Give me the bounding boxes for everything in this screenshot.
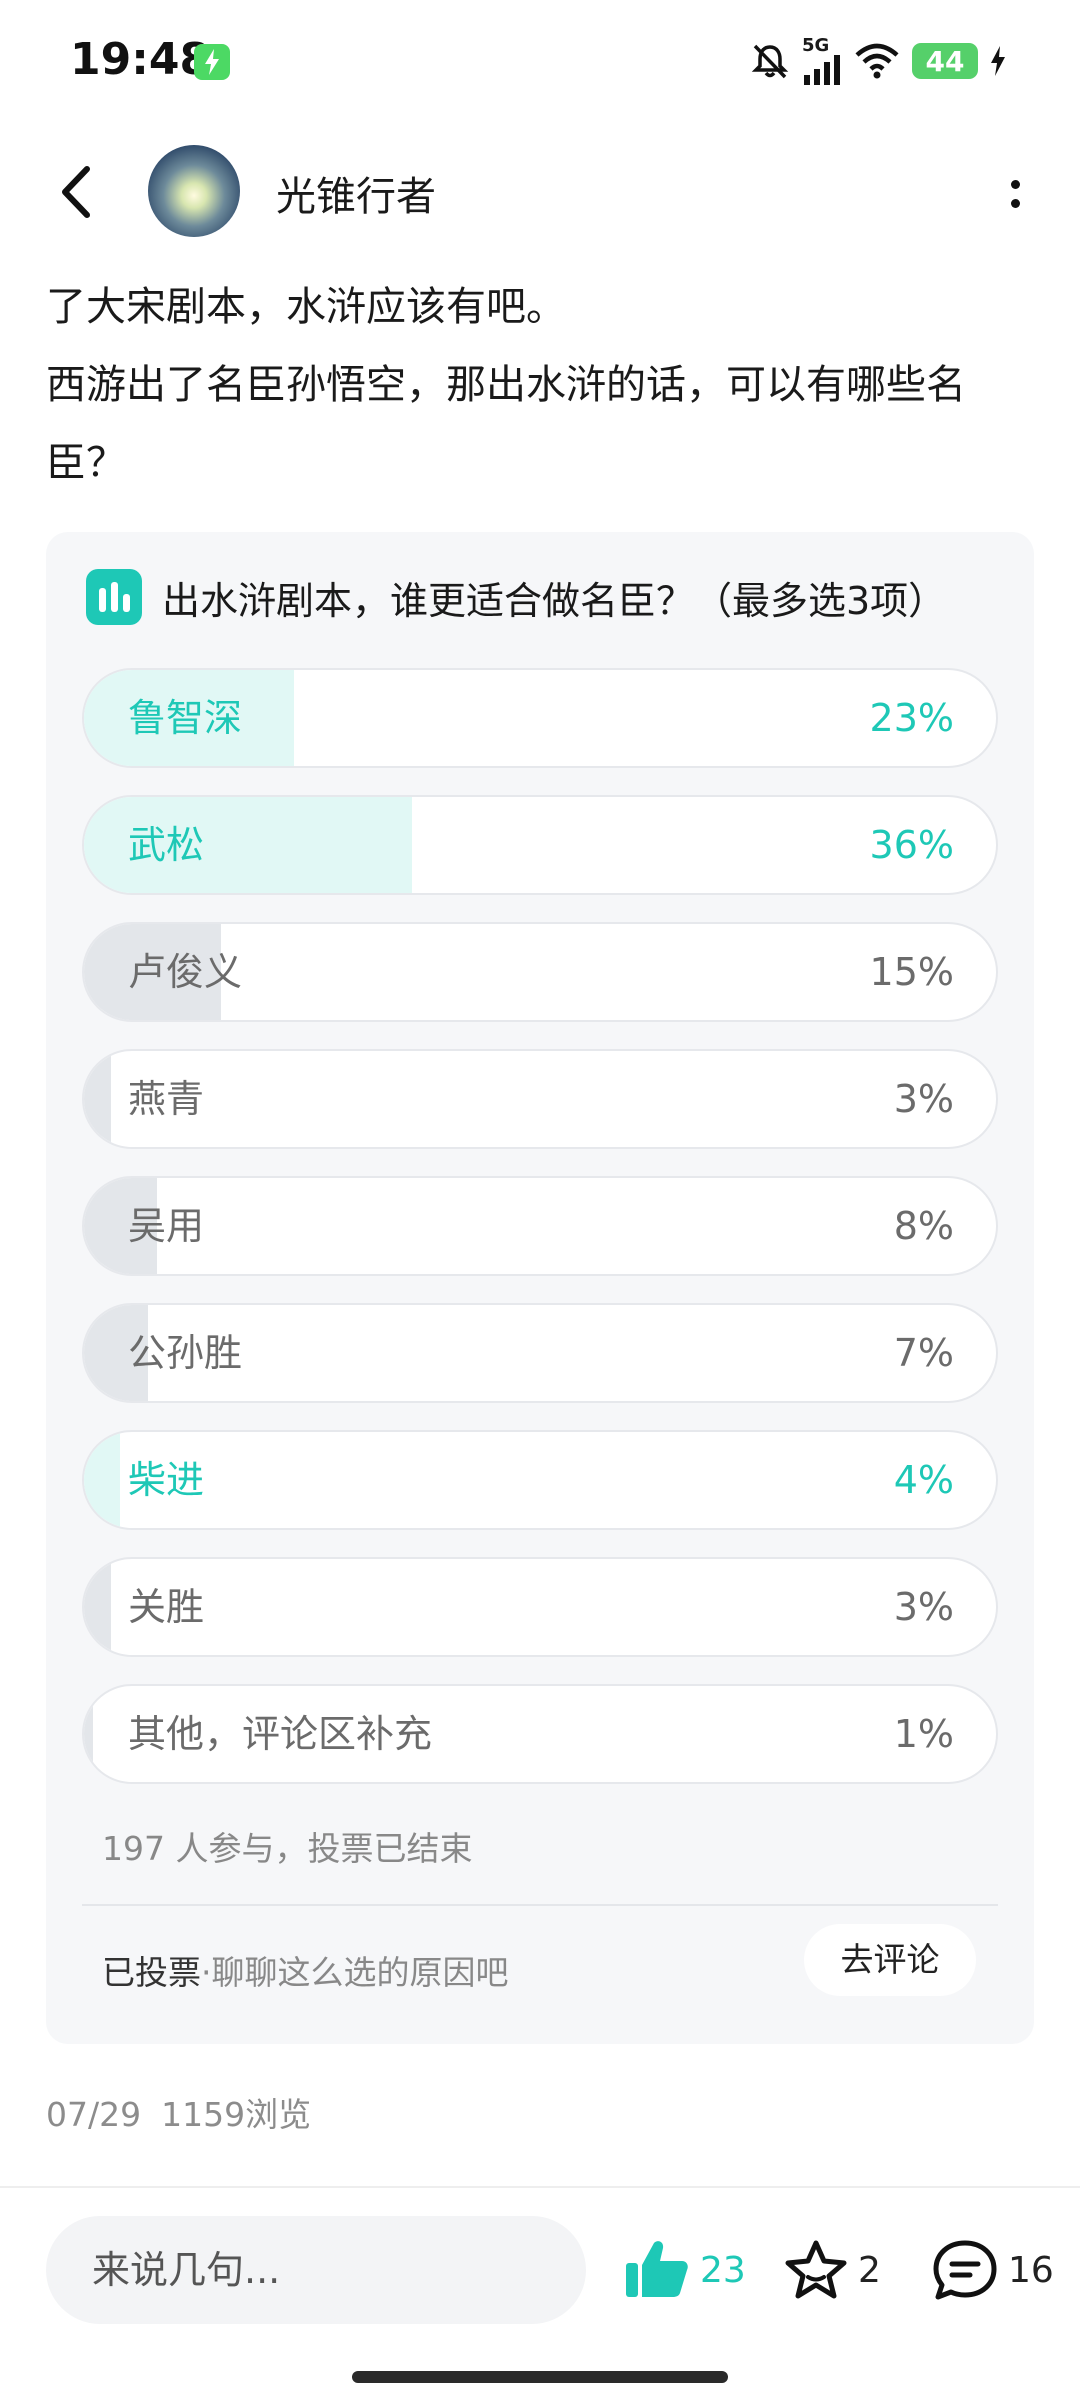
comment-icon (932, 2239, 998, 2301)
poll-option-label: 燕青 (128, 1077, 205, 1121)
like-button[interactable]: 23 (624, 2236, 746, 2304)
poll-option-percent: 36% (869, 823, 954, 867)
post-date: 07/29 (46, 2095, 142, 2134)
poll-option-percent: 15% (869, 950, 954, 994)
poll-option-label: 鲁智深 (128, 696, 243, 740)
star-icon (784, 2239, 848, 2301)
poll-footer: 已投票·聊聊这么选的原因吧 (102, 1946, 509, 1994)
poll-option[interactable]: 燕青 3% (82, 1049, 998, 1149)
poll-option[interactable]: 关胜 3% (82, 1557, 998, 1657)
poll-option-percent: 3% (893, 1077, 954, 1121)
poll-option[interactable]: 公孙胜 7% (82, 1303, 998, 1403)
favorite-button[interactable]: 2 (784, 2236, 881, 2304)
post-header: 光锥行者 (0, 140, 1080, 250)
poll-option[interactable]: 鲁智深 23% (82, 668, 998, 768)
avatar[interactable] (148, 145, 240, 237)
poll-option-label: 柴进 (128, 1458, 205, 1502)
poll-option[interactable]: 其他，评论区补充 1% (82, 1684, 998, 1784)
footer-separator: · (201, 1953, 212, 1992)
divider (0, 2186, 1080, 2188)
home-indicator[interactable] (352, 2371, 728, 2383)
poll-option[interactable]: 吴用 8% (82, 1176, 998, 1276)
poll-option[interactable]: 卢俊义 15% (82, 922, 998, 1022)
poll-option-fill (84, 1432, 121, 1528)
battery-icon: 44 (912, 43, 978, 79)
view-count: 1159浏览 (161, 2095, 312, 2134)
poll-options: 鲁智深 23% 武松 36% 卢俊义 15% 燕青 3% 吴用 8% 公孙胜 7% 柴进 4% 关胜 3% 其他… (82, 668, 998, 1811)
wifi-icon (855, 43, 899, 79)
poll-option[interactable]: 柴进 4% (82, 1430, 998, 1530)
poll-option-label: 关胜 (128, 1585, 205, 1629)
network-type: 5G (802, 35, 830, 56)
poll-card: 出水浒剧本，谁更适合做名臣？（最多选3项） 鲁智深 23% 武松 36% 卢俊义 15% 燕… (46, 532, 1034, 2044)
poll-option-label: 公孙胜 (128, 1331, 243, 1375)
poll-summary: 197 人参与，投票已结束 (102, 1829, 473, 1868)
post-body: 了大宋剧本，水浒应该有吧。 西游出了名臣孙悟空，那出水浒的话，可以有哪些名臣？ (46, 268, 1036, 502)
post-line-1: 了大宋剧本，水浒应该有吧。 (46, 284, 566, 330)
favorite-count: 2 (858, 2249, 881, 2291)
comments-button[interactable]: 16 (932, 2236, 1054, 2304)
status-icons: 5G 44 (750, 36, 1006, 86)
voted-status: 已投票 (102, 1953, 201, 1992)
poll-title: 出水浒剧本，谁更适合做名臣？（最多选3项） (162, 578, 947, 623)
poll-option[interactable]: 武松 36% (82, 795, 998, 895)
bolt-icon (991, 46, 1005, 76)
poll-option-percent: 23% (869, 696, 954, 740)
signal-icon (804, 55, 840, 85)
comment-input[interactable]: 来说几句... (46, 2216, 586, 2324)
username[interactable]: 光锥行者 (276, 164, 436, 222)
poll-option-label: 卢俊义 (128, 950, 243, 994)
poll-option-percent: 3% (893, 1585, 954, 1629)
poll-option-percent: 7% (893, 1331, 954, 1375)
poll-option-label: 其他，评论区补充 (128, 1712, 433, 1756)
footer-hint: 聊聊这么选的原因吧 (211, 1953, 509, 1992)
bar-chart-icon (86, 569, 142, 625)
back-arrow-icon[interactable] (46, 160, 106, 224)
poll-option-fill (84, 1051, 112, 1147)
go-comment-button[interactable]: 去评论 (804, 1924, 976, 1996)
like-count: 23 (700, 2249, 746, 2291)
thumbs-up-icon (624, 2239, 690, 2301)
more-vertical-icon[interactable] (990, 164, 1040, 224)
post-line-2: 西游出了名臣孙悟空，那出水浒的话，可以有哪些名臣？ (46, 362, 966, 486)
status-bar: 19:48 5G 44 (0, 0, 1080, 120)
poll-title-row: 出水浒剧本，谁更适合做名臣？（最多选3项） (86, 568, 946, 626)
poll-option-fill (84, 1559, 112, 1655)
poll-option-label: 武松 (128, 823, 205, 867)
status-time: 19:48 (70, 34, 211, 85)
comment-count: 16 (1008, 2249, 1054, 2291)
mute-icon (751, 44, 789, 79)
divider (82, 1904, 998, 1906)
post-meta: 07/29 1159浏览 (46, 2088, 331, 2136)
poll-option-percent: 1% (893, 1712, 954, 1756)
poll-option-label: 吴用 (128, 1204, 205, 1248)
poll-option-percent: 4% (893, 1458, 954, 1502)
poll-option-fill (84, 1686, 94, 1782)
poll-option-percent: 8% (893, 1204, 954, 1248)
charging-icon (194, 44, 230, 80)
